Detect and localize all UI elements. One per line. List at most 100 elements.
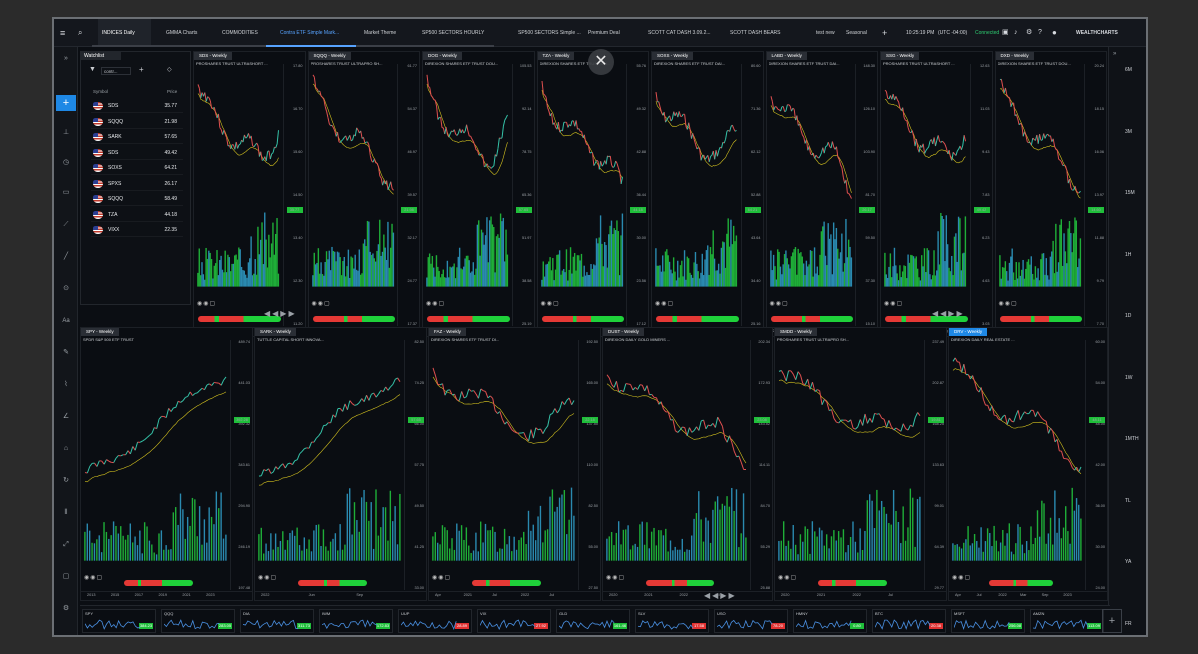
tab-8[interactable]: SCOTT CAT DASH 3.09.2... bbox=[648, 19, 711, 47]
price-axis[interactable]: 202.34 172.93 143.52 114.11 84.70 55.29 25.88 2… bbox=[750, 340, 772, 590]
indicator-icon[interactable]: ⫴ bbox=[58, 507, 74, 519]
save-icon[interactable]: ▣ bbox=[1002, 19, 1009, 47]
watchlist-row[interactable]: SARK 57.65 bbox=[91, 130, 183, 144]
mini-chart[interactable]: MSFT 256.08 bbox=[951, 609, 1025, 633]
mini-chart[interactable]: VIX 27.92 bbox=[477, 609, 551, 633]
watchlist-row[interactable]: SDS 35.77 bbox=[91, 99, 183, 113]
chart-controls-icon[interactable]: ◉◉▢ bbox=[770, 300, 789, 308]
tab-1[interactable]: GMMA Charts bbox=[166, 19, 197, 47]
timeframe-tl[interactable]: TL bbox=[1125, 498, 1131, 504]
watchlist-row[interactable]: SPXS 26.17 bbox=[91, 177, 183, 191]
add-ticker-button[interactable]: + bbox=[1102, 609, 1122, 633]
collapse-right-icon[interactable]: » bbox=[1113, 51, 1116, 57]
zoom-out-icon[interactable]: ◀◀▶▶ bbox=[264, 309, 297, 318]
chart-tab[interactable]: SMDD - Weekly bbox=[775, 328, 817, 336]
watchlist-row[interactable]: SQQQ 58.49 bbox=[91, 192, 183, 206]
timeframe-fr[interactable]: FR bbox=[1125, 621, 1132, 627]
watchlist-row[interactable]: SOXS 64.21 bbox=[91, 161, 183, 175]
watchlist-row[interactable]: SDS 49.42 bbox=[91, 146, 183, 160]
tab-2[interactable]: COMMODITIES bbox=[222, 19, 258, 47]
chart-type-icon[interactable]: ⊥ bbox=[58, 127, 74, 139]
watchlist-row[interactable]: VIXX 22.35 bbox=[91, 223, 183, 237]
zoom-fit-icon[interactable]: ◀◀▶▶ bbox=[932, 309, 965, 318]
price-chart[interactable] bbox=[777, 346, 922, 572]
chart-tab[interactable]: SARK - Weekly bbox=[255, 328, 296, 336]
chart-controls-icon[interactable]: ◉◉▢ bbox=[999, 300, 1018, 308]
mini-chart[interactable]: DIA 311.73 bbox=[240, 609, 314, 633]
add-chart-button[interactable]: + bbox=[56, 95, 76, 111]
chart-tab[interactable]: LABD - Weekly bbox=[766, 52, 807, 60]
chart-panel[interactable]: SSG - Weekly PROSHARES TRUST ULTRASHORT .… bbox=[880, 51, 993, 337]
price-chart[interactable] bbox=[431, 346, 576, 572]
price-axis[interactable]: 148.30 126.10 103.90 81.70 59.50 37.30 15.10 26… bbox=[855, 64, 877, 326]
tab-scroll-track[interactable] bbox=[92, 45, 494, 47]
price-chart[interactable] bbox=[425, 70, 510, 298]
mini-chart[interactable]: IWM 172.83 bbox=[319, 609, 393, 633]
chart-controls-icon[interactable]: ◉◉▢ bbox=[258, 574, 277, 582]
time-axis[interactable]: Apr 2021 Jul 2022 Jul bbox=[429, 591, 600, 599]
chart-panel[interactable]: SDS - Weekly PROSHARES TRUST ULTRASHORT .… bbox=[193, 51, 306, 337]
watchlist-row[interactable]: SQQQ 21.98 bbox=[91, 115, 183, 129]
chart-controls-icon[interactable]: ◉◉▢ bbox=[884, 300, 903, 308]
chart-tab[interactable]: DRV - Weekly bbox=[949, 328, 988, 336]
price-axis[interactable]: 489.74 441.03 392.32 343.61 294.90 246.19 197.… bbox=[230, 340, 252, 590]
timeframe-ya[interactable]: YA bbox=[1125, 559, 1131, 565]
collapse-icon[interactable]: » bbox=[58, 53, 74, 65]
chart-controls-icon[interactable]: ◉◉▢ bbox=[952, 574, 971, 582]
chart-controls-icon[interactable]: ◉◉▢ bbox=[541, 300, 560, 308]
trash-icon[interactable]: ⌂ bbox=[58, 443, 74, 455]
chart-panel[interactable]: SPY - Weekly SPDR S&P 500 ETF TRUST 489.74… bbox=[80, 327, 253, 601]
time-axis[interactable]: 2013 2015 2017 2019 2021 2023 bbox=[81, 591, 252, 599]
price-axis[interactable]: 55.76 49.32 42.88 36.44 30.00 23.56 17.12 44.18 bbox=[626, 64, 648, 326]
watchlist-row[interactable]: TZA 44.18 bbox=[91, 208, 183, 222]
line-tool-icon[interactable]: ╱ bbox=[58, 251, 74, 263]
timeframe-1mth[interactable]: 1MTH bbox=[1125, 436, 1139, 442]
watchlist-select[interactable]: contr... bbox=[101, 67, 131, 75]
mini-chart[interactable]: GLD 161.46 bbox=[556, 609, 630, 633]
filter-icon[interactable]: ▼ bbox=[89, 66, 96, 73]
chart-tab[interactable]: SDS - Weekly bbox=[194, 52, 232, 60]
mini-chart[interactable]: QQQ 283.05 bbox=[161, 609, 235, 633]
text-tool-icon[interactable]: Aa bbox=[58, 315, 74, 327]
tab-0[interactable]: INDICES Daily bbox=[98, 19, 151, 47]
tab-9[interactable]: SCOTT DASH BEARS bbox=[730, 19, 780, 47]
price-axis[interactable]: 105.53 92.14 78.75 65.36 51.97 38.58 25.19 57.6… bbox=[511, 64, 534, 326]
pencil-icon[interactable]: ✎ bbox=[58, 347, 74, 359]
tab-6[interactable]: SP500 SECTORS Simple ... bbox=[518, 19, 581, 47]
chart-tab[interactable]: SSG - Weekly bbox=[881, 52, 920, 60]
chart-controls-icon[interactable]: ◉◉▢ bbox=[778, 574, 797, 582]
price-axis[interactable]: 80.60 71.36 62.12 52.88 43.64 34.40 25.16 64.21 bbox=[740, 64, 763, 326]
gear-icon[interactable]: ⚙ bbox=[1026, 19, 1032, 47]
price-chart[interactable] bbox=[605, 346, 748, 572]
price-axis[interactable]: 20.24 18.15 16.06 13.97 11.88 9.79 7.70 14.60 bbox=[1084, 64, 1106, 326]
mini-chart[interactable]: UUP 28.89 bbox=[398, 609, 472, 633]
chart-tab[interactable]: SQQQ - Weekly bbox=[308, 52, 351, 60]
tab-7[interactable]: Premium Deal bbox=[588, 19, 620, 47]
timeframe-6m[interactable]: 6M bbox=[1125, 67, 1132, 73]
tab-10[interactable]: test new bbox=[816, 19, 835, 47]
clock-icon[interactable]: ◷ bbox=[58, 157, 74, 169]
chart-tab[interactable]: FAZ - Weekly bbox=[429, 328, 466, 336]
timeframe-1d[interactable]: 1D bbox=[1125, 313, 1131, 319]
settings-icon[interactable]: ⚙ bbox=[58, 603, 74, 615]
timeframe-1w[interactable]: 1W bbox=[1125, 375, 1133, 381]
price-chart[interactable] bbox=[951, 346, 1083, 572]
chart-controls-icon[interactable]: ◉◉▢ bbox=[426, 300, 445, 308]
timeframe-15m[interactable]: 15M bbox=[1125, 190, 1135, 196]
price-chart[interactable] bbox=[998, 70, 1083, 298]
chart-panel[interactable]: LABD - Weekly DIREXION SHARES ETF TRUST D… bbox=[765, 51, 878, 337]
time-axis[interactable]: 2020 2021 2022 Jul bbox=[775, 591, 946, 599]
tab-4[interactable]: Market Theme bbox=[364, 19, 396, 47]
price-chart[interactable] bbox=[540, 70, 625, 298]
shapes-icon[interactable]: ⊙ bbox=[58, 283, 74, 295]
price-axis[interactable]: 12.63 11.03 9.43 7.83 6.23 4.63 3.03 49.42 bbox=[969, 64, 992, 326]
price-axis[interactable]: 17.80 16.70 15.60 14.50 13.40 12.30 11.20 35.77 bbox=[282, 64, 305, 326]
chart-controls-icon[interactable]: ◉◉▢ bbox=[84, 574, 103, 582]
chart-controls-icon[interactable]: ◉◉▢ bbox=[197, 300, 216, 308]
time-axis[interactable]: 2020 2021 2022 Jul bbox=[603, 591, 772, 599]
timeframe-1h[interactable]: 1H bbox=[1125, 252, 1131, 258]
chart-tab[interactable]: DXD - Weekly bbox=[995, 52, 1034, 60]
chart-tab[interactable]: DUST - Weekly bbox=[603, 328, 644, 336]
chart-panel[interactable]: SMDD - Weekly PROSHARES TRUST ULTRAPRO SH… bbox=[774, 327, 947, 601]
chart-tab[interactable]: TZA - Weekly bbox=[537, 52, 575, 60]
